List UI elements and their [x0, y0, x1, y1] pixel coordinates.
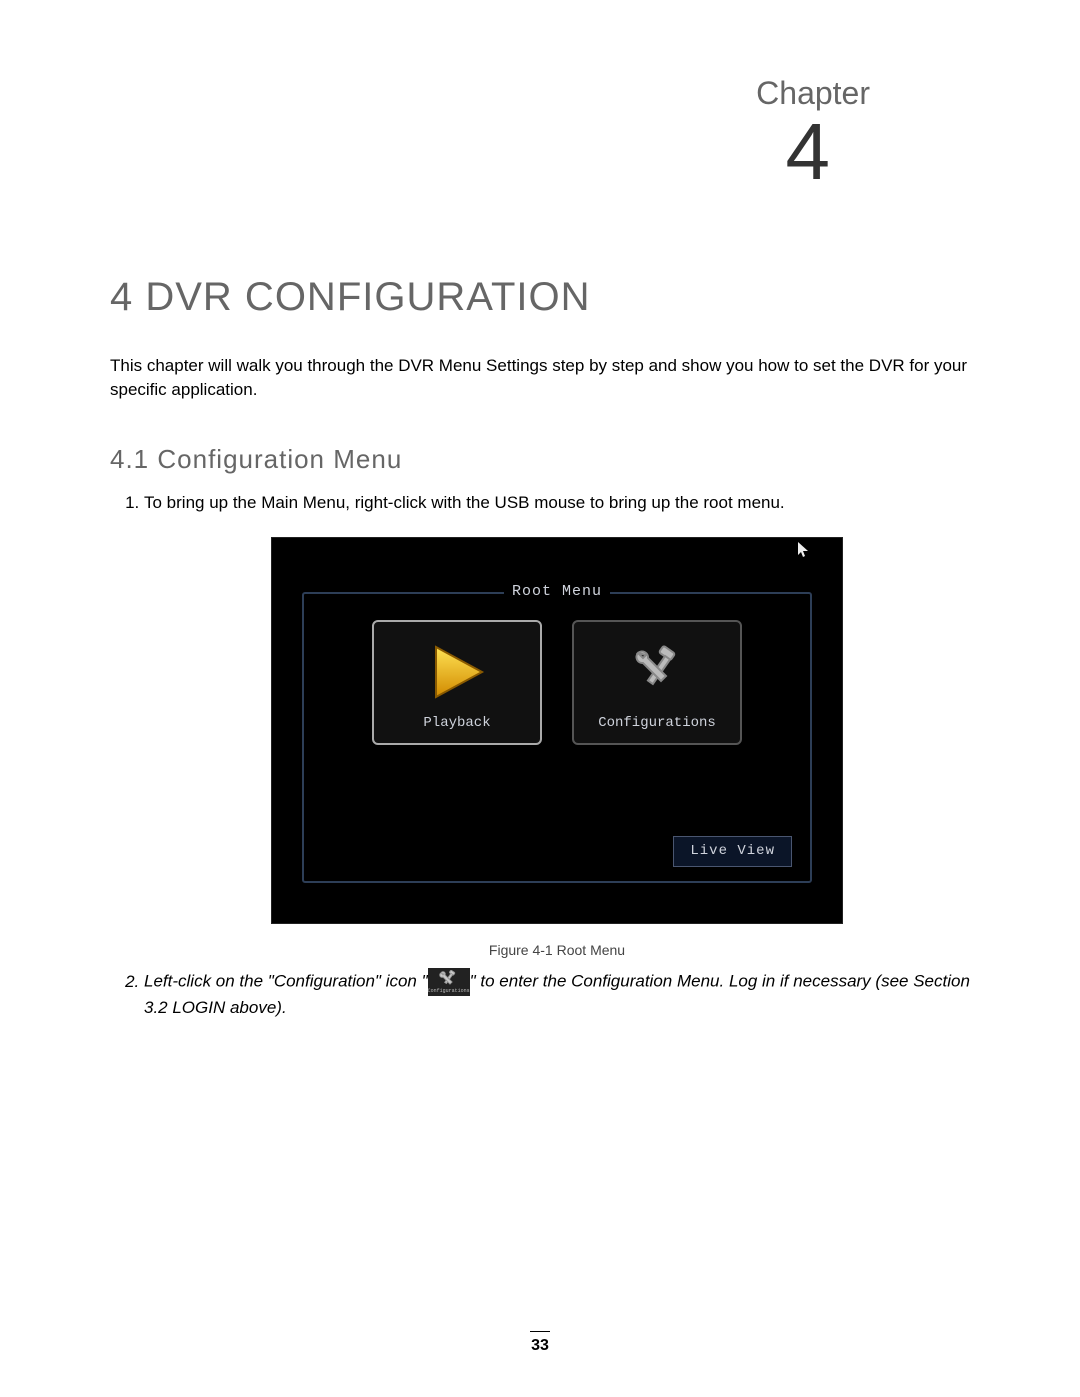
step-2-text-a: Left-click on the "Configuration" icon " — [144, 972, 428, 991]
root-menu-panel: Root Menu — [302, 592, 812, 883]
figure-caption: Figure 4-1 Root Menu — [144, 941, 970, 960]
section-heading: 4.1 Configuration Menu — [110, 442, 970, 477]
chapter-number: 4 — [786, 98, 831, 206]
page-title: 4 DVR CONFIGURATION — [110, 270, 970, 324]
tools-icon — [574, 636, 740, 708]
inline-config-icon: Configurations — [428, 968, 470, 996]
root-menu-screenshot: Root Menu — [271, 537, 843, 924]
step-1: To bring up the Main Menu, right-click w… — [144, 491, 970, 516]
play-icon — [374, 636, 540, 708]
mouse-cursor-icon — [798, 542, 810, 565]
intro-paragraph: This chapter will walk you through the D… — [110, 354, 970, 402]
configurations-label: Configurations — [574, 714, 740, 733]
live-view-button[interactable]: Live View — [673, 836, 792, 867]
inline-config-label: Configurations — [428, 988, 470, 995]
step-2: Left-click on the "Configuration" icon "… — [144, 968, 970, 1021]
configurations-tile[interactable]: Configurations — [572, 620, 742, 745]
playback-label: Playback — [374, 714, 540, 733]
page-number: 33 — [0, 1331, 1080, 1357]
root-menu-title: Root Menu — [504, 582, 610, 602]
playback-tile[interactable]: Playback — [372, 620, 542, 745]
page-number-value: 33 — [531, 1337, 549, 1354]
